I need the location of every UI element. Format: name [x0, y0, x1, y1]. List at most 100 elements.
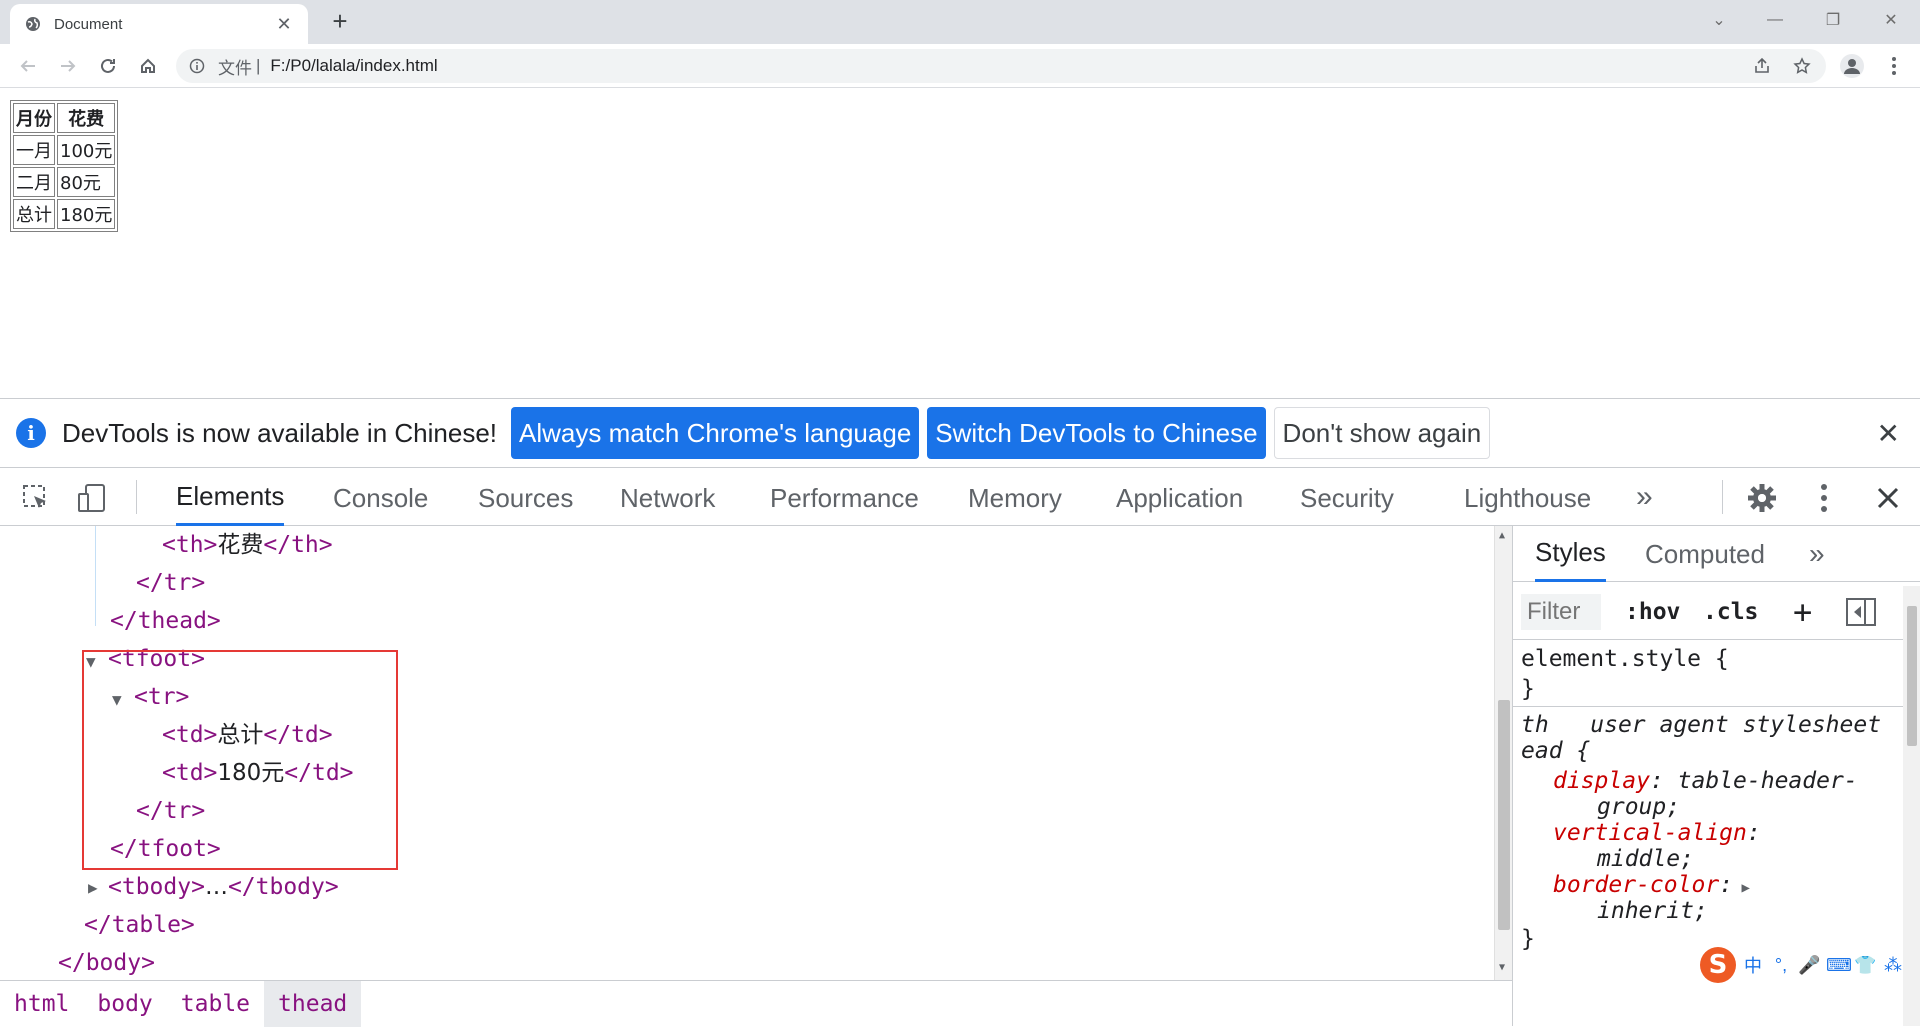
new-style-rule-button[interactable]: + [1793, 593, 1812, 631]
annotation-highlight-box [82, 650, 398, 870]
tab-search-icon[interactable]: ⌄ [1704, 6, 1734, 34]
inspect-element-icon[interactable] [18, 480, 54, 516]
tab-close-icon[interactable]: ✕ [274, 14, 294, 35]
profile-avatar-icon[interactable] [1838, 52, 1866, 80]
class-toggle-button[interactable]: .cls [1703, 594, 1758, 630]
tab-performance[interactable]: Performance [770, 468, 919, 526]
more-panes-icon[interactable]: » [1809, 526, 1825, 582]
devtools-language-infobar: i DevTools is now available in Chinese! … [0, 398, 1920, 468]
expand-arrow-icon[interactable]: ▶ [88, 878, 98, 897]
tab-console[interactable]: Console [333, 468, 428, 526]
browser-tab[interactable]: Document ✕ [10, 4, 308, 44]
ime-chinese-mode-icon[interactable]: 中 [1742, 952, 1764, 978]
styles-tabbar: Styles Computed » [1513, 526, 1920, 582]
share-icon[interactable] [1748, 52, 1776, 80]
table-cell: 总计 [13, 199, 55, 229]
ime-skin-icon[interactable]: 👕 [1854, 955, 1876, 976]
info-icon[interactable] [188, 57, 206, 75]
dom-node-thead-close[interactable]: </thead> [110, 602, 221, 640]
scheme-label: 文件 [218, 58, 252, 78]
table-row: 一月 100元 [13, 135, 116, 165]
sogou-logo-icon[interactable]: S [1700, 947, 1736, 983]
tab-sources[interactable]: Sources [478, 468, 573, 526]
header-cell: 花费 [57, 103, 116, 133]
globe-icon [24, 15, 42, 33]
dont-show-again-button[interactable]: Don't show again [1273, 407, 1491, 459]
device-toolbar-icon[interactable] [74, 480, 110, 516]
always-match-language-button[interactable]: Always match Chrome's language [511, 407, 920, 459]
table-cell: 100元 [57, 135, 116, 165]
restore-button[interactable]: ❐ [1818, 6, 1848, 34]
css-value: inherit; [1597, 898, 1708, 924]
ime-toolbox-icon[interactable]: ⁂ [1882, 955, 1904, 976]
minimize-button[interactable]: — [1760, 6, 1790, 34]
elements-dom-tree: <th>花费</th> </tr> </thead> ▼ <tfoot> ▼ <… [0, 526, 1512, 980]
dom-node-table-close[interactable]: </table> [84, 906, 195, 944]
bookmark-star-icon[interactable] [1788, 52, 1816, 80]
settings-gear-icon[interactable] [1744, 480, 1780, 516]
breadcrumb-thead[interactable]: thead [264, 980, 362, 1027]
forward-icon[interactable] [54, 52, 82, 80]
ime-microphone-icon[interactable]: 🎤 [1798, 955, 1820, 976]
more-tabs-icon[interactable]: » [1636, 468, 1653, 526]
scrollbar-thumb[interactable] [1498, 700, 1510, 930]
scroll-down-icon[interactable]: ▼ [1499, 962, 1505, 973]
reload-icon[interactable] [94, 52, 122, 80]
devtools-menu-icon[interactable] [1806, 480, 1842, 516]
table-row: 总计 180元 [13, 199, 116, 229]
url-text: F:/P0/lalala/index.html [270, 56, 438, 75]
page-viewport: 月份 花费 一月 100元 二月 80元 总计 180元 [0, 88, 1920, 398]
table-cell: 80元 [57, 167, 116, 197]
styles-filter-bar: :hov .cls + [1513, 582, 1920, 640]
ua-stylesheet-label: user agent stylesheet [1590, 712, 1882, 738]
dom-node-body-close[interactable]: </body> [58, 944, 155, 980]
close-devtools-icon[interactable] [1870, 480, 1906, 516]
ime-keyboard-icon[interactable]: ⌨ [1826, 955, 1852, 976]
tab-styles[interactable]: Styles [1535, 526, 1606, 582]
table-header-row: 月份 花费 [13, 103, 116, 133]
tab-title: Document [54, 15, 123, 33]
switch-to-chinese-button[interactable]: Switch DevTools to Chinese [927, 407, 1266, 459]
styles-filter-input[interactable] [1521, 594, 1601, 630]
close-window-button[interactable]: ✕ [1876, 6, 1906, 34]
tab-lighthouse[interactable]: Lighthouse [1464, 468, 1591, 526]
breadcrumb-html[interactable]: html [0, 981, 83, 1027]
scrollbar-thumb[interactable] [1907, 606, 1917, 746]
toggle-sidebar-icon[interactable] [1845, 594, 1877, 630]
back-icon[interactable] [14, 52, 42, 80]
indent-guide [95, 526, 96, 626]
tab-strip: Document ✕ + ⌄ — ❐ ✕ [0, 0, 1920, 44]
browser-menu-icon[interactable] [1880, 52, 1908, 80]
tab-application[interactable]: Application [1116, 468, 1243, 526]
table-cell: 180元 [57, 199, 116, 229]
browser-toolbar: 文件 | F:/P0/lalala/index.html [0, 44, 1920, 88]
dom-node-tbody[interactable]: <tbody>…</tbody> [108, 868, 339, 906]
address-bar[interactable]: 文件 | F:/P0/lalala/index.html [176, 49, 1826, 83]
infobar-close-icon[interactable]: ✕ [1877, 417, 1900, 450]
tab-computed[interactable]: Computed [1645, 526, 1765, 582]
breadcrumb-body[interactable]: body [83, 981, 166, 1027]
table-cell: 二月 [13, 167, 55, 197]
toolbar-divider [136, 480, 137, 514]
breadcrumb-table[interactable]: table [167, 981, 264, 1027]
tab-security[interactable]: Security [1300, 468, 1394, 526]
info-circle-icon: i [16, 418, 46, 448]
home-icon[interactable] [134, 52, 162, 80]
devtools-toolbar: Elements Console Sources Network Perform… [0, 468, 1920, 526]
tab-elements[interactable]: Elements [176, 468, 285, 526]
new-tab-button[interactable]: + [326, 8, 354, 36]
elements-scrollbar[interactable]: ▲ ▼ [1494, 526, 1512, 980]
tab-network[interactable]: Network [620, 468, 715, 526]
tab-memory[interactable]: Memory [968, 468, 1062, 526]
rule-close-brace: } [1521, 926, 1535, 952]
dom-node-tr-close[interactable]: </tr> [136, 564, 205, 602]
scroll-up-icon[interactable]: ▲ [1499, 530, 1505, 541]
toolbar-divider [1722, 480, 1723, 514]
ime-punctuation-icon[interactable]: °, [1770, 955, 1792, 976]
dom-node-th[interactable]: <th>花费</th> [162, 526, 333, 564]
element-style-selector[interactable]: element.style { [1521, 644, 1729, 674]
scheme-separator: | [256, 56, 261, 75]
rule-close-brace: } [1521, 676, 1535, 702]
hover-state-button[interactable]: :hov [1625, 594, 1680, 630]
infobar-message: DevTools is now available in Chinese! [62, 417, 498, 448]
